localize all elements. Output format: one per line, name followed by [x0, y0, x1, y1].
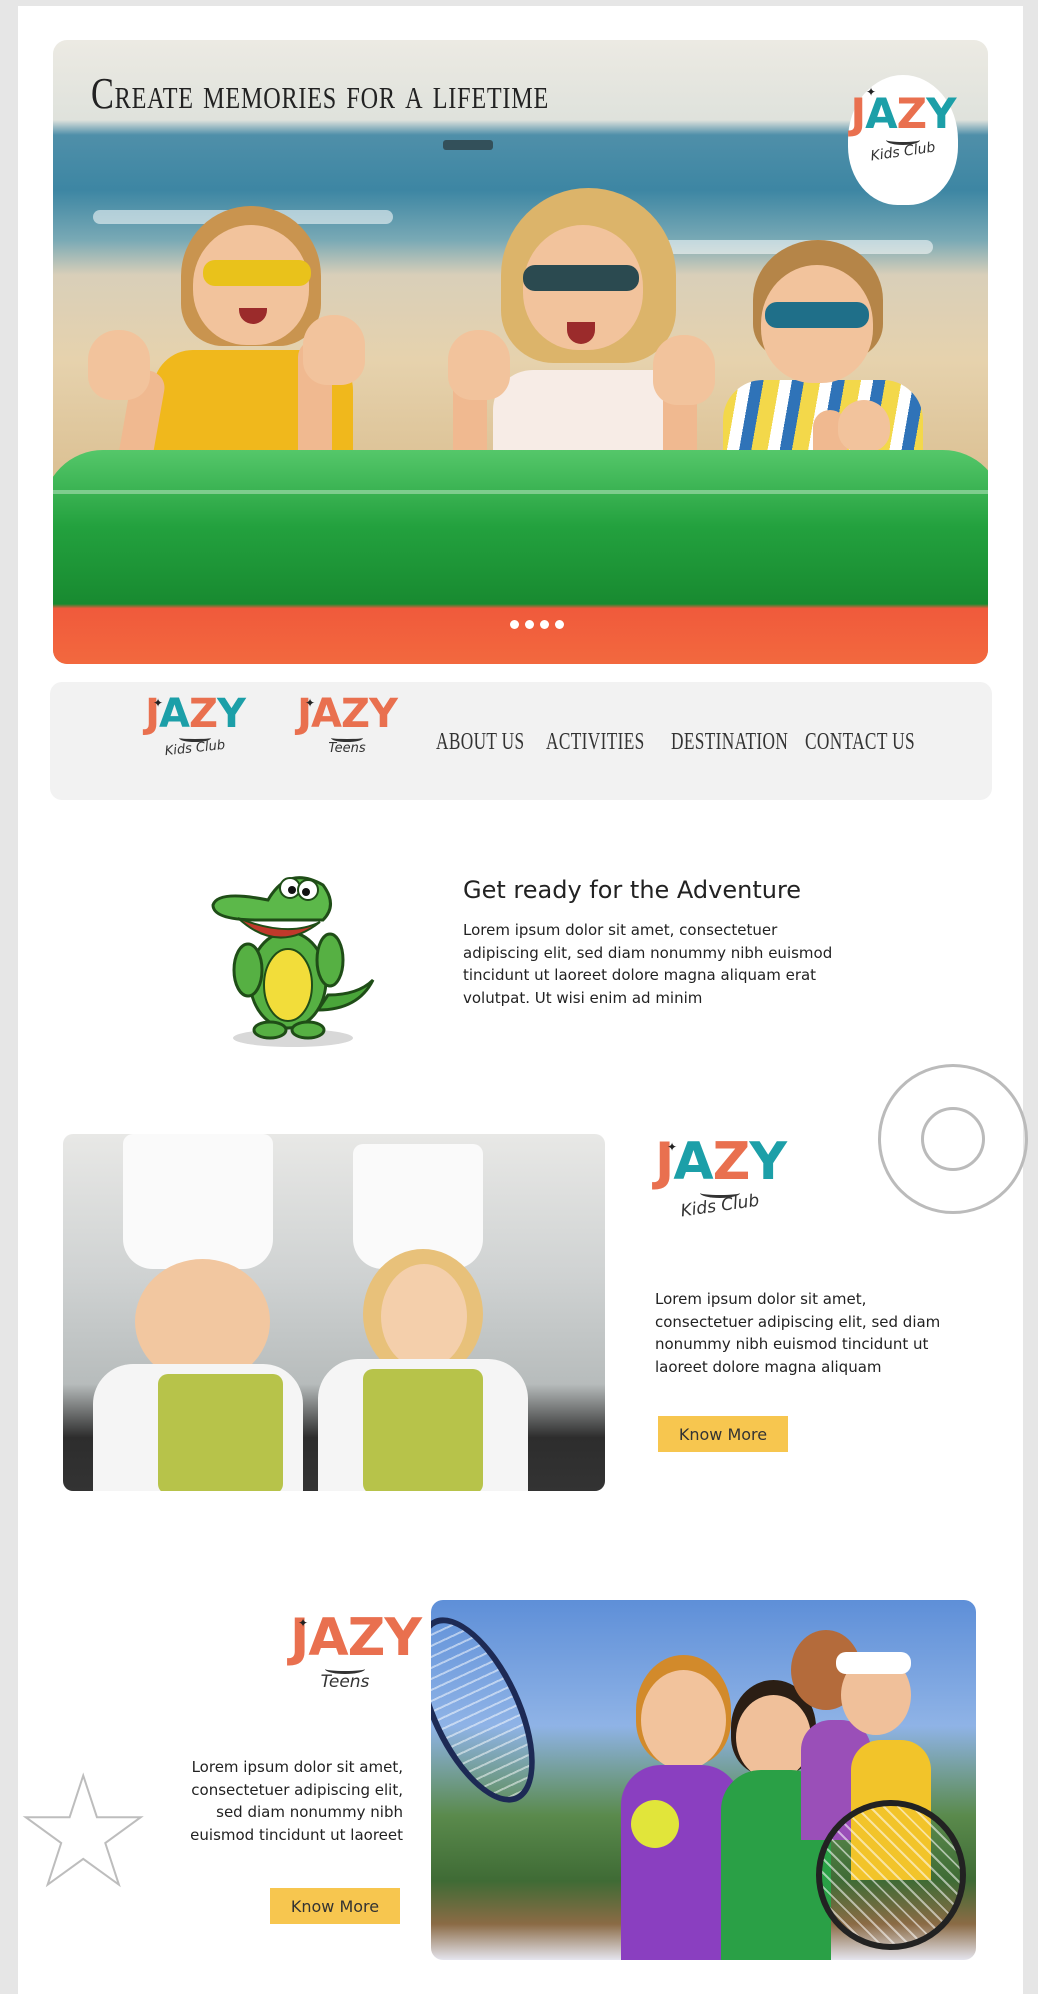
kids-club-know-more-button[interactable]: Know More — [658, 1416, 788, 1452]
carousel-dots — [510, 620, 564, 629]
carousel-dot[interactable] — [525, 620, 534, 629]
carousel-dot[interactable] — [555, 620, 564, 629]
nav-item-about-us[interactable]: ABOUT US — [436, 729, 525, 756]
teens-text: Lorem ipsum dolor sit amet, consectetuer… — [190, 1758, 403, 1844]
sparkle-icon: ✦ — [298, 1616, 309, 1630]
jazy-kids-club-logo[interactable]: ✦ JAZY Kids Club — [848, 75, 958, 205]
teens-know-more-button[interactable]: Know More — [270, 1888, 400, 1924]
page: Create memories for a lifetime ✦ JAZY Ki… — [15, 6, 1028, 1994]
boat-decoration — [443, 140, 493, 150]
sparkle-icon: ✦ — [866, 85, 877, 99]
carousel-dot[interactable] — [510, 620, 519, 629]
hero-title: Create memories for a lifetime — [91, 69, 550, 118]
sparkle-icon: ✦ — [153, 696, 164, 710]
starfish-decoration: ★ — [15, 1746, 151, 1920]
adventure-title: Get ready for the Adventure — [463, 876, 802, 904]
adventure-text: Lorem ipsum dolor sit amet, consectetuer… — [463, 921, 833, 1007]
tennis-kids-photo — [431, 1600, 976, 1960]
jazy-teens-logo-section[interactable]: ✦ JAZY Teens — [290, 1612, 422, 1691]
sparkle-icon: ✦ — [667, 1140, 678, 1154]
nav-item-contact-us[interactable]: CONTACT US — [805, 729, 915, 756]
carousel-dot[interactable] — [540, 620, 549, 629]
nav-kids-club-logo[interactable]: ✦ JAZY Kids Club — [145, 694, 246, 759]
sparkle-icon: ✦ — [305, 696, 316, 710]
jazy-kids-club-logo-section[interactable]: ✦ JAZY Kids Club — [655, 1136, 787, 1221]
cooking-kids-photo — [63, 1134, 605, 1491]
nav-teens-logo[interactable]: ✦ JAZY Teens — [297, 694, 398, 755]
hero-banner: Create memories for a lifetime ✦ JAZY Ki… — [53, 40, 988, 664]
inflatable-float — [53, 450, 988, 664]
kids-club-text: Lorem ipsum dolor sit amet, consectetuer… — [655, 1290, 941, 1376]
life-ring-decoration-inner — [921, 1107, 985, 1171]
nav-item-activities[interactable]: ACTIVITIES — [546, 729, 645, 756]
main-nav: ✦ JAZY Kids Club ✦ JAZY Teens ABOUT US A… — [50, 682, 992, 800]
nav-item-destination[interactable]: DESTINATION — [671, 729, 788, 756]
crocodile-mascot-illustration — [211, 876, 375, 1047]
